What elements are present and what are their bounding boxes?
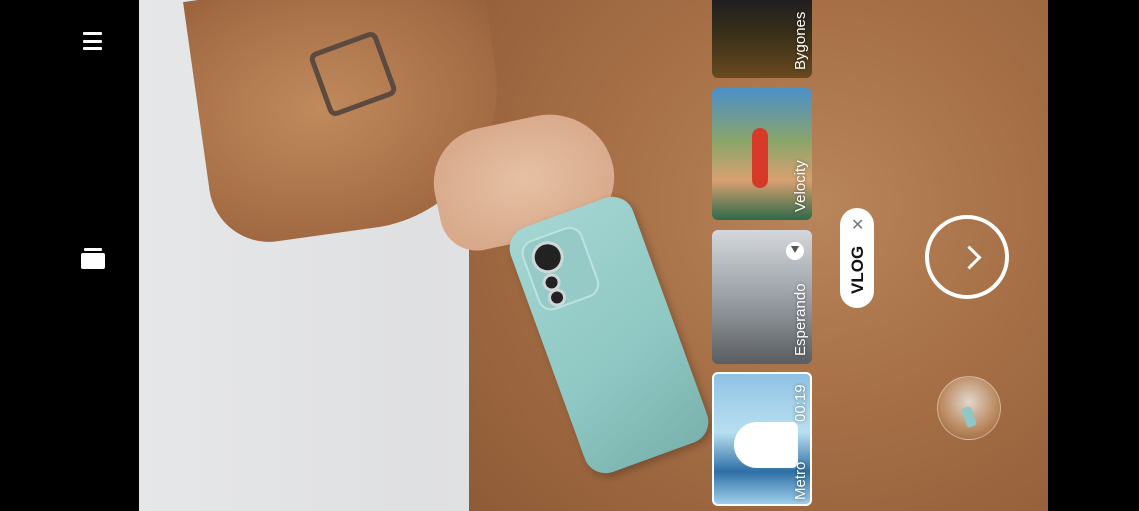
menu-icon[interactable] <box>83 32 102 50</box>
right-control-bar <box>1048 0 1139 511</box>
template-bygones[interactable]: Bygones <box>712 0 812 78</box>
template-label: Velocity <box>792 160 809 212</box>
template-velocity[interactable]: Velocity <box>712 88 812 220</box>
template-label: Esperando <box>792 283 809 356</box>
camera-viewfinder <box>139 0 1048 511</box>
template-metro[interactable]: Metro 00:19 <box>712 372 812 506</box>
vlog-mode-label: VLOG <box>848 245 867 294</box>
template-label: Bygones <box>792 11 809 70</box>
shutter-button[interactable] <box>925 215 1009 299</box>
phone-camera-bump <box>517 222 604 315</box>
thumbnail-image <box>960 405 978 429</box>
last-capture-thumbnail[interactable] <box>937 376 1001 440</box>
lens-1 <box>527 236 569 278</box>
template-esperando[interactable]: Esperando <box>712 230 812 364</box>
vlog-template-list: Bygones Velocity Esperando Metro 00:19 <box>710 0 816 511</box>
close-icon[interactable]: ✕ <box>851 218 864 234</box>
template-image <box>752 128 768 188</box>
gallery-icon[interactable] <box>81 248 105 270</box>
chevron-right-icon <box>957 245 982 270</box>
template-duration: 00:19 <box>792 384 809 422</box>
camera-screen: Bygones Velocity Esperando Metro 00:19 ✕… <box>0 0 1139 511</box>
play-icon <box>750 430 766 450</box>
template-label: Metro <box>792 461 809 500</box>
template-image <box>734 422 798 468</box>
download-icon <box>786 242 804 260</box>
left-control-bar <box>0 0 139 511</box>
vlog-mode-pill[interactable]: ✕ VLOG <box>840 208 874 308</box>
